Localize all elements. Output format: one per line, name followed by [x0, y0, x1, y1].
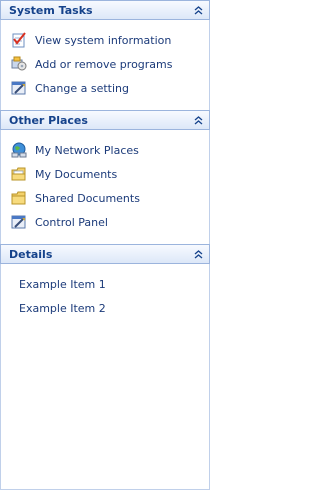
other-places-body: My Network Places My Documents Shared Do… — [0, 130, 210, 244]
task-label: My Documents — [35, 168, 118, 181]
task-change-setting[interactable]: Change a setting — [11, 80, 201, 98]
task-label: View system information — [35, 34, 172, 47]
task-pane: System Tasks View system information Add… — [0, 0, 210, 490]
other-places-header[interactable]: Other Places — [0, 110, 210, 130]
details-title: Details — [9, 248, 53, 261]
place-my-documents[interactable]: My Documents — [11, 166, 201, 184]
settings-icon — [11, 81, 26, 95]
collapse-chevron-icon[interactable] — [193, 249, 204, 260]
task-add-remove-programs[interactable]: Add or remove programs — [11, 56, 201, 74]
programs-icon — [11, 56, 27, 71]
details-body: Example Item 1 Example Item 2 — [0, 264, 210, 490]
system-tasks-body: View system information Add or remove pr… — [0, 20, 210, 110]
task-view-system-information[interactable]: View system information — [11, 32, 201, 50]
task-label: Change a setting — [35, 82, 129, 95]
place-my-network-places[interactable]: My Network Places — [11, 142, 201, 160]
details-header[interactable]: Details — [0, 244, 210, 264]
collapse-chevron-icon[interactable] — [193, 5, 204, 16]
task-label: Add or remove programs — [35, 58, 173, 71]
task-label: Shared Documents — [35, 192, 140, 205]
collapse-chevron-icon[interactable] — [193, 115, 204, 126]
my-documents-icon — [11, 167, 26, 181]
other-places-title: Other Places — [9, 114, 88, 127]
place-shared-documents[interactable]: Shared Documents — [11, 190, 201, 208]
detail-item: Example Item 1 — [19, 278, 106, 291]
system-tasks-header[interactable]: System Tasks — [0, 0, 210, 20]
details-section: Details Example Item 1 Example Item 2 — [0, 244, 210, 490]
other-places-section: Other Places My Network Places My Docume… — [0, 110, 210, 244]
system-info-icon — [12, 32, 26, 48]
place-control-panel[interactable]: Control Panel — [11, 214, 201, 232]
system-tasks-section: System Tasks View system information Add… — [0, 0, 210, 110]
detail-item: Example Item 2 — [19, 302, 106, 315]
shared-folder-icon — [11, 191, 26, 205]
system-tasks-title: System Tasks — [9, 4, 93, 17]
task-label: My Network Places — [35, 144, 139, 157]
network-places-icon — [11, 142, 27, 158]
control-panel-icon — [11, 215, 26, 229]
task-label: Control Panel — [35, 216, 108, 229]
